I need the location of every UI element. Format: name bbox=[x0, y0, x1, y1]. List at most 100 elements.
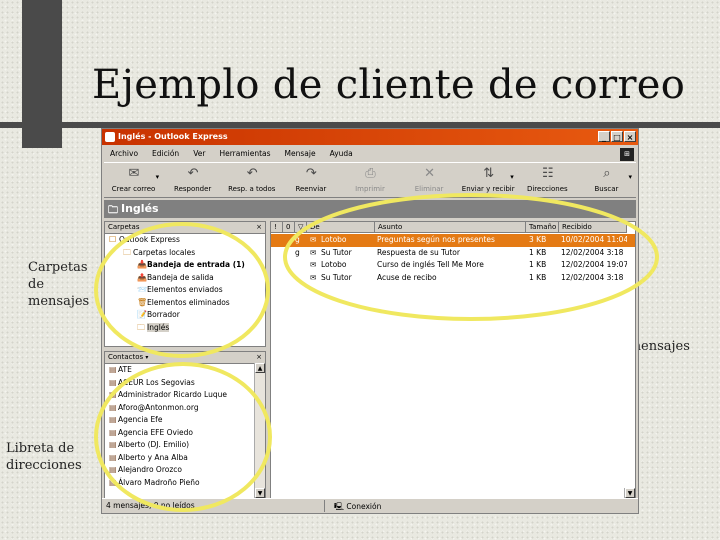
contact-item[interactable]: ▤ATE bbox=[105, 364, 265, 377]
message-list-pane: ! 0 ▽ De Asunto Tamaño Recibido ✉ g Lotobo Pregun… bbox=[270, 221, 636, 499]
contact-name: ACEUR Los Segovias bbox=[118, 377, 195, 387]
message-subject: Respuesta de su Tutor bbox=[377, 247, 460, 257]
folder-item[interactable]: ☐ Outlook Express bbox=[105, 234, 265, 247]
column-header[interactable]: De bbox=[307, 222, 375, 233]
callout-folders-line: Carpetas bbox=[28, 260, 88, 275]
toolbar-button-reply[interactable]: ↶ Responder bbox=[163, 163, 222, 197]
column-header[interactable]: Asunto bbox=[375, 222, 526, 233]
folder-label: Outlook Express bbox=[119, 235, 180, 244]
outlook-app-icon bbox=[105, 132, 115, 142]
status-connection: 🖳 Conexión bbox=[334, 502, 382, 511]
contact-name: ATE bbox=[118, 365, 132, 374]
folder-item[interactable]: 📝Borrador bbox=[105, 309, 265, 322]
message-size: 3 KB bbox=[529, 235, 547, 244]
contact-item[interactable]: ▤Agencia EFE Oviedo bbox=[105, 427, 265, 440]
toolbar-button-new-mail[interactable]: ✉ Crear correo ▾ bbox=[104, 163, 163, 197]
contact-card-icon: ▤ bbox=[109, 377, 117, 387]
folder-item[interactable]: 📨Elementos enviados bbox=[105, 284, 265, 297]
contact-name: Administrador Ricardo Luque bbox=[118, 390, 227, 399]
menu-archivo[interactable]: Archivo bbox=[102, 146, 144, 160]
toolbar-button-label: Enviar y recibir bbox=[461, 185, 515, 193]
folder-label: Inglés bbox=[147, 322, 170, 332]
folder-label: Elementos eliminados bbox=[147, 297, 230, 307]
folder-icon: 🗀 bbox=[123, 247, 131, 257]
column-header[interactable]: Tamaño bbox=[526, 222, 559, 233]
message-from: Su Tutor bbox=[321, 272, 352, 282]
address-book-icon: ☷ bbox=[541, 166, 554, 181]
chevron-down-icon[interactable]: ▾ bbox=[628, 173, 632, 181]
contact-item[interactable]: ▤ACEUR Los Segovias bbox=[105, 377, 265, 390]
column-header[interactable]: Recibido bbox=[559, 222, 627, 233]
menu-ver[interactable]: Ver bbox=[185, 146, 211, 160]
folder-item[interactable]: 📥Bandeja de entrada (1) bbox=[105, 259, 265, 272]
message-row[interactable]: ✉ g Lotobo Preguntas según nos presentes 3 K… bbox=[271, 234, 635, 247]
contact-item[interactable]: ▤Alejandro Orozco bbox=[105, 464, 265, 477]
menu-mensaje[interactable]: Mensaje bbox=[277, 146, 322, 160]
delete-icon: ✕ bbox=[424, 166, 435, 181]
chevron-down-icon[interactable]: ▾ bbox=[145, 354, 148, 361]
toolbar-button-label: Buscar bbox=[594, 185, 619, 193]
toolbar: ✉ Crear correo ▾ ↶ Responder ↶ Resp. a todos ↷ R… bbox=[104, 162, 636, 198]
contact-item[interactable]: ▤Aforo@Antonmon.org bbox=[105, 402, 265, 415]
folder-label: Borrador bbox=[147, 310, 180, 319]
message-row[interactable]: ✉ Lotobo Curso de inglés Tell Me More 1 KB 1… bbox=[271, 259, 635, 272]
menu-edicion[interactable]: Edición bbox=[144, 146, 185, 160]
minimize-button[interactable]: _ bbox=[598, 131, 610, 142]
toolbar-button-print[interactable]: ⎙ Imprimir bbox=[340, 163, 399, 197]
message-received: 10/02/2004 11:04 bbox=[561, 235, 627, 244]
folder-item[interactable]: 📤Bandeja de salida bbox=[105, 272, 265, 285]
toolbar-button-delete[interactable]: ✕ Eliminar bbox=[400, 163, 459, 197]
message-flag: g bbox=[295, 247, 300, 257]
reply-all-icon: ↶ bbox=[246, 166, 258, 181]
message-flag: g bbox=[295, 235, 300, 244]
contact-item[interactable]: ▤Alberto y Ana Alba bbox=[105, 452, 265, 465]
status-message-count: 4 mensajes, 0 no leídos bbox=[106, 501, 195, 510]
close-button[interactable]: × bbox=[624, 131, 636, 142]
folder-item[interactable]: 🗀 Inglés bbox=[105, 322, 265, 335]
chevron-down-icon[interactable]: ▾ bbox=[156, 173, 160, 181]
column-header[interactable]: 0 bbox=[283, 222, 295, 233]
message-row[interactable]: ✉ Su Tutor Acuse de recibo 1 KB 12/02/2004 3… bbox=[271, 272, 635, 285]
callout-contacts-line: direcciones bbox=[6, 458, 82, 473]
column-header[interactable]: ! bbox=[271, 222, 283, 233]
message-from: Lotobo bbox=[321, 260, 347, 269]
toolbar-button-find[interactable]: ⌕ Buscar ▾ bbox=[577, 163, 636, 197]
folder-item[interactable]: 🗑Elementos eliminados bbox=[105, 297, 265, 310]
scroll-down-icon[interactable]: ▼ bbox=[625, 488, 635, 498]
scroll-up-icon[interactable]: ▲ bbox=[255, 363, 265, 373]
contact-item[interactable]: ▤Agencia Efe bbox=[105, 414, 265, 427]
contact-card-icon: ▤ bbox=[109, 477, 117, 487]
contacts-pane-title[interactable]: Contactos bbox=[108, 353, 143, 361]
maximize-button[interactable]: □ bbox=[611, 131, 623, 142]
contact-card-icon: ▤ bbox=[109, 427, 117, 437]
folders-pane: Carpetas × ☐ Outlook Express 🗀 Carpetas loc… bbox=[104, 221, 266, 347]
message-scrollbar[interactable]: ▼ bbox=[624, 488, 635, 498]
menu-ayuda[interactable]: Ayuda bbox=[322, 146, 359, 160]
toolbar-button-label: Direcciones bbox=[526, 185, 568, 193]
close-pane-icon[interactable]: × bbox=[256, 222, 262, 233]
toolbar-button-address-book[interactable]: ☷ Direcciones bbox=[518, 163, 577, 197]
envelope-icon: ✉ bbox=[310, 235, 317, 244]
chevron-down-icon[interactable]: ▾ bbox=[510, 173, 514, 181]
message-from: Su Tutor bbox=[321, 247, 352, 257]
contact-item[interactable]: ▤Administrador Ricardo Luque bbox=[105, 389, 265, 402]
contact-card-icon: ▤ bbox=[109, 415, 117, 424]
contact-item[interactable]: ▤Álvaro Madroño Pieño bbox=[105, 477, 265, 490]
folder-icon: 📝 bbox=[137, 310, 147, 319]
forward-icon: ↷ bbox=[305, 166, 317, 181]
message-row[interactable]: ✉ g Su Tutor Respuesta de su Tutor 1 KB 12/02… bbox=[271, 247, 635, 260]
contacts-scrollbar[interactable]: ▲ ▼ bbox=[254, 363, 265, 498]
column-header[interactable]: ▽ bbox=[295, 222, 307, 233]
menu-bar: Archivo Edición Ver Herramientas Mensaje… bbox=[102, 146, 638, 160]
title-bar[interactable]: Inglés - Outlook Express _ □ × bbox=[102, 129, 638, 145]
close-pane-icon[interactable]: × bbox=[256, 352, 262, 363]
folder-label: Elementos enviados bbox=[147, 285, 223, 294]
toolbar-button-reply-all[interactable]: ↶ Resp. a todos bbox=[222, 163, 281, 197]
menu-herramientas[interactable]: Herramientas bbox=[211, 146, 276, 160]
contact-card-icon: ▤ bbox=[109, 465, 117, 474]
scroll-down-icon[interactable]: ▼ bbox=[255, 488, 265, 498]
toolbar-button-send-receive[interactable]: ⇅ Enviar y recibir ▾ bbox=[459, 163, 518, 197]
folder-item[interactable]: 🗀 Carpetas locales bbox=[105, 247, 265, 260]
toolbar-button-forward[interactable]: ↷ Reenviar bbox=[281, 163, 340, 197]
contact-item[interactable]: ▤Alberto (DJ. Emilio) bbox=[105, 439, 265, 452]
